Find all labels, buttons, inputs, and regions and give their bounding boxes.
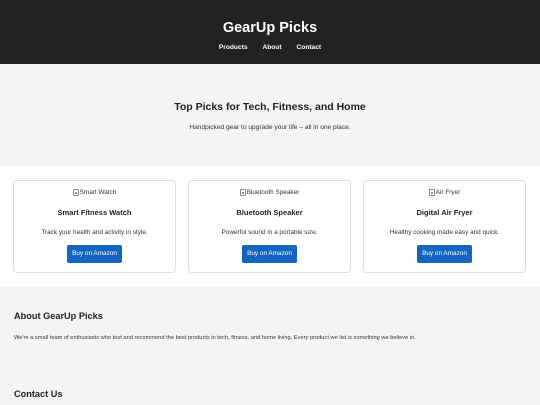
broken-image-icon bbox=[428, 189, 435, 196]
broken-image-icon bbox=[239, 189, 246, 196]
product-description: Track your health and activity in style. bbox=[41, 229, 148, 236]
product-card-smart-watch: Smart Watch Smart Fitness Watch Track yo… bbox=[13, 180, 176, 273]
product-image-broken: Air Fryer bbox=[364, 188, 525, 197]
hero-title: Top Picks for Tech, Fitness, and Home bbox=[174, 101, 366, 113]
product-title: Bluetooth Speaker bbox=[236, 208, 303, 217]
nav-products-link[interactable]: Products bbox=[219, 44, 248, 51]
product-description: Powerful sound in a portable size. bbox=[221, 229, 318, 236]
about-text: We're a small team of enthusiasts who te… bbox=[14, 335, 416, 341]
product-image-alt: Smart Watch bbox=[79, 189, 117, 196]
nav-contact-link[interactable]: Contact bbox=[297, 44, 322, 51]
contact-title: Contact Us bbox=[14, 389, 63, 399]
hero-subtitle: Handpicked gear to upgrade your life – a… bbox=[189, 124, 351, 131]
product-image-alt: Air Fryer bbox=[435, 189, 461, 196]
product-image-broken: Bluetooth Speaker bbox=[189, 188, 350, 197]
site-header: GearUp Picks Products About Contact bbox=[0, 0, 540, 64]
products-section: Smart Watch Smart Fitness Watch Track yo… bbox=[0, 166, 540, 287]
contact-section: Contact Us bbox=[0, 369, 540, 405]
buy-on-amazon-button[interactable]: Buy on Amazon bbox=[417, 245, 472, 263]
product-image-broken: Smart Watch bbox=[14, 188, 175, 197]
site-brand: GearUp Picks bbox=[222, 20, 318, 36]
about-section: About GearUp Picks We're a small team of… bbox=[0, 287, 540, 369]
buy-on-amazon-button[interactable]: Buy on Amazon bbox=[67, 245, 122, 263]
product-card-air-fryer: Air Fryer Digital Air Fryer Healthy cook… bbox=[363, 180, 526, 273]
about-title: About GearUp Picks bbox=[14, 311, 103, 321]
product-image-alt: Bluetooth Speaker bbox=[246, 189, 300, 196]
main-nav: Products About Contact bbox=[0, 44, 540, 51]
broken-image-icon bbox=[72, 189, 79, 196]
product-title: Digital Air Fryer bbox=[416, 208, 473, 217]
nav-about-link[interactable]: About bbox=[262, 44, 281, 51]
product-title: Smart Fitness Watch bbox=[57, 208, 132, 217]
product-description: Healthy cooking made easy and quick. bbox=[389, 229, 500, 236]
buy-on-amazon-button[interactable]: Buy on Amazon bbox=[242, 245, 297, 263]
hero-section: Top Picks for Tech, Fitness, and Home Ha… bbox=[0, 64, 540, 166]
product-card-bluetooth-speaker: Bluetooth Speaker Bluetooth Speaker Powe… bbox=[188, 180, 351, 273]
